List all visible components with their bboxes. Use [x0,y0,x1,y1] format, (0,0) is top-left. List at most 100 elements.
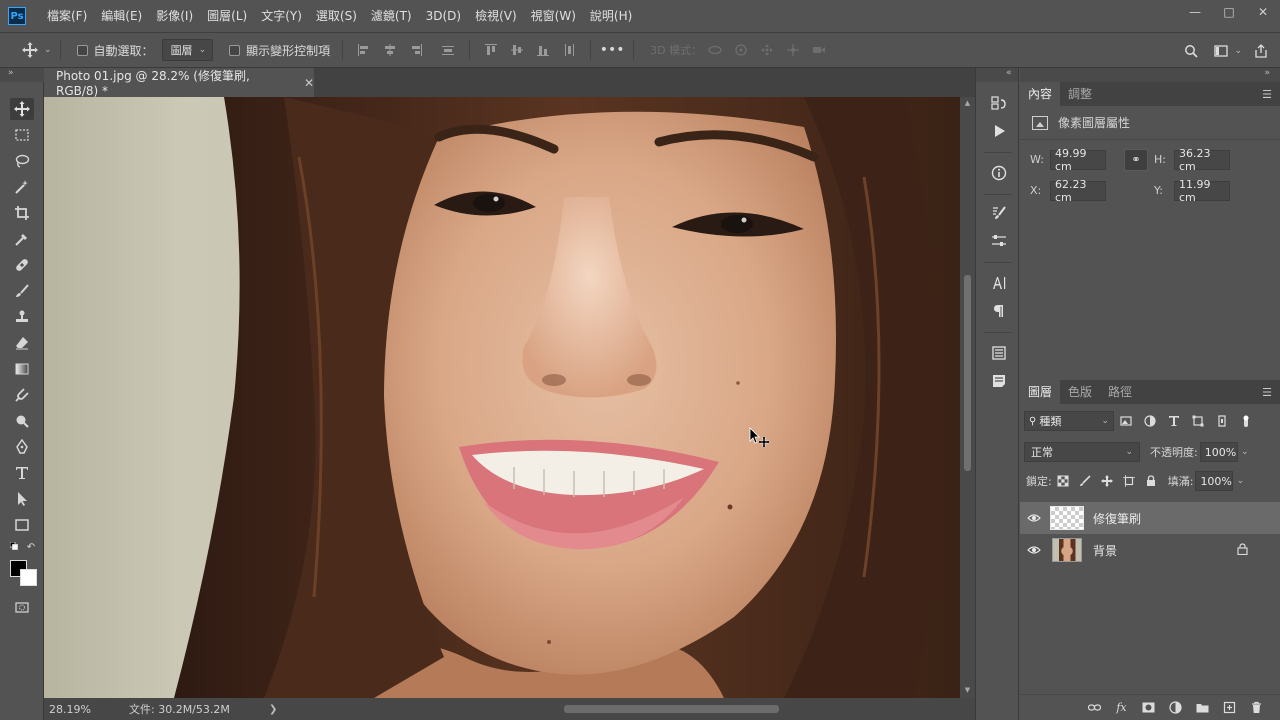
filter-toggle-icon[interactable] [1234,411,1258,431]
distribute-vertical-icon[interactable] [556,40,582,60]
lock-position-icon[interactable] [1096,471,1118,491]
dodge-tool-icon[interactable] [10,410,34,432]
show-transform-option[interactable]: 顯示變形控制項 [229,42,330,59]
clone-stamp-tool-icon[interactable] [10,306,34,328]
vertical-scroll-thumb[interactable] [964,275,971,471]
layer-style-fx-icon[interactable]: fx [1108,697,1135,719]
history-icon[interactable] [988,92,1010,114]
filter-pixel-icon[interactable] [1114,411,1138,431]
new-layer-icon[interactable] [1216,697,1243,719]
menu-type[interactable]: 文字(Y) [254,0,309,32]
auto-select-target-dropdown[interactable]: 圖層 ⌄ [161,39,214,61]
menu-select[interactable]: 選取(S) [309,0,364,32]
path-selection-tool-icon[interactable] [10,488,34,510]
background-color-swatch[interactable] [20,569,37,586]
layer-row[interactable]: 背景 [1020,534,1280,566]
rectangle-tool-icon[interactable] [10,514,34,536]
image-canvas[interactable] [44,97,960,698]
move-tool-icon[interactable] [10,98,34,120]
menu-image[interactable]: 影像(I) [149,0,200,32]
align-right-icon[interactable] [403,40,429,60]
new-group-folder-icon[interactable] [1189,697,1216,719]
crop-tool-icon[interactable] [10,202,34,224]
panels-collapse-icon[interactable]: » [1020,68,1280,82]
zoom-level[interactable]: 28.19% [49,703,129,716]
search-icon[interactable] [1178,41,1204,61]
tab-paths[interactable]: 路徑 [1100,380,1140,404]
tools-collapse-icon[interactable]: » [0,68,44,82]
tab-adjustments[interactable]: 調整 [1060,82,1100,106]
document-tab[interactable]: Photo 01.jpg @ 28.2% (修復筆刷, RGB/8) * ✕ [44,68,314,98]
tab-channels[interactable]: 色版 [1060,380,1100,404]
lock-pixels-icon[interactable] [1074,471,1096,491]
minimize-icon[interactable]: — [1178,0,1212,24]
chevron-down-icon[interactable]: ⌄ [1234,46,1242,56]
tab-layers[interactable]: 圖層 [1020,380,1061,404]
maximize-icon[interactable]: □ [1212,0,1246,24]
quick-mask-icon[interactable] [10,596,34,618]
align-distribute-icon[interactable] [435,40,461,60]
auto-select-checkbox[interactable] [76,44,88,56]
scroll-down-icon[interactable]: ▼ [962,686,973,696]
menu-3d[interactable]: 3D(D) [419,0,468,32]
eraser-tool-icon[interactable] [10,332,34,354]
align-left-icon[interactable] [351,40,377,60]
visibility-eye-icon[interactable] [1020,513,1048,523]
add-mask-icon[interactable] [1135,697,1162,719]
layer-kind-filter[interactable]: ⚲ 種類 ⌄ [1024,411,1114,431]
menu-help[interactable]: 說明(H) [583,0,639,32]
x-field[interactable]: 62.23 cm [1050,178,1106,204]
align-center-h-icon[interactable] [377,40,403,60]
align-top-icon[interactable] [478,40,504,60]
smudge-tool-icon[interactable] [10,384,34,406]
type-tool-icon[interactable] [10,462,34,484]
layer-name[interactable]: 修復筆刷 [1093,510,1141,527]
y-field[interactable]: 11.99 cm [1174,178,1230,204]
menu-file[interactable]: 檔案(F) [40,0,94,32]
opacity-field[interactable]: 100% [1199,442,1238,462]
chevron-down-icon[interactable]: ⌄ [1238,442,1252,462]
info-icon[interactable] [988,162,1010,184]
align-bottom-icon[interactable] [530,40,556,60]
filter-smart-object-icon[interactable] [1210,411,1234,431]
horizontal-scroll-thumb[interactable] [564,705,779,713]
eyedropper-tool-icon[interactable] [10,228,34,250]
horizontal-scrollbar[interactable] [326,702,956,716]
share-icon[interactable] [1248,41,1274,61]
panel-menu-icon[interactable]: ☰ [1262,386,1272,399]
marquee-tool-icon[interactable] [10,124,34,146]
default-colors-icon[interactable] [8,540,22,554]
magic-wand-tool-icon[interactable] [10,176,34,198]
height-field[interactable]: 36.23 cm [1174,147,1230,173]
tab-properties[interactable]: 內容 [1020,82,1061,106]
auto-select-option[interactable]: 自動選取： [76,42,154,59]
more-options-icon[interactable]: ••• [599,40,625,60]
link-icon[interactable]: ⚭ [1124,148,1148,171]
scroll-up-icon[interactable]: ▲ [962,99,973,109]
brush-tool-icon[interactable] [10,280,34,302]
vertical-scrollbar[interactable]: ▲ ▼ [960,97,975,698]
gradient-tool-icon[interactable] [10,358,34,380]
move-tool-preset[interactable]: ⌄ [22,42,52,58]
lock-transparent-icon[interactable] [1052,471,1074,491]
layer-name[interactable]: 背景 [1093,542,1117,559]
pen-tool-icon[interactable] [10,436,34,458]
swap-colors-icon[interactable]: ↶ [24,540,38,554]
filter-adjustment-icon[interactable] [1138,411,1162,431]
menu-filter[interactable]: 濾鏡(T) [364,0,419,32]
chevron-down-icon[interactable]: ⌄ [1233,471,1247,491]
layer-row[interactable]: 修復筆刷 [1020,502,1280,534]
notes-icon[interactable] [988,370,1010,392]
panel-menu-icon[interactable]: ☰ [1262,88,1272,101]
lock-all-icon[interactable] [1140,471,1162,491]
filter-shape-icon[interactable] [1186,411,1210,431]
close-window-icon[interactable]: ✕ [1246,0,1280,24]
character-icon[interactable] [988,272,1010,294]
workspace-icon[interactable] [1208,41,1234,61]
menu-layer[interactable]: 圖層(L) [200,0,254,32]
new-adjustment-layer-icon[interactable] [1162,697,1189,719]
adjustments-sliders-icon[interactable] [988,230,1010,252]
visibility-eye-icon[interactable] [1020,545,1048,555]
dock-collapse-icon[interactable]: « [976,68,1018,82]
show-transform-checkbox[interactable] [229,44,241,56]
